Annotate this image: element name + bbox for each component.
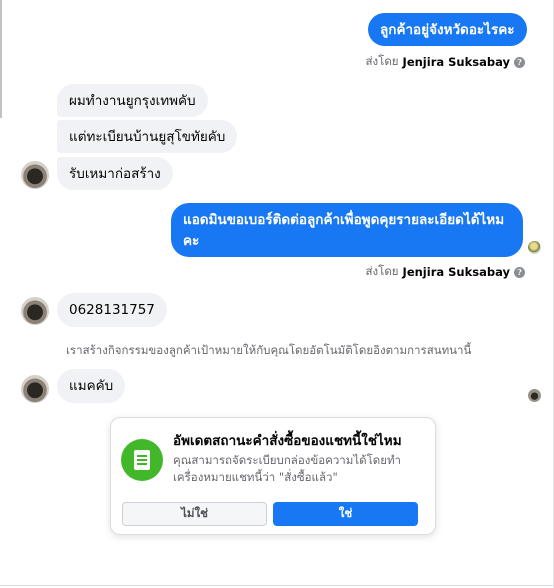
incoming-message[interactable]: ผมทำงานยูกรุงเทพคับ <box>57 84 208 117</box>
divider <box>0 585 554 586</box>
info-icon[interactable]: ? <box>514 56 525 68</box>
seen-avatar <box>528 241 541 254</box>
sent-by-prefix: ส่งโดย <box>365 54 399 68</box>
no-button[interactable]: ไม่ใช่ <box>122 502 267 526</box>
prompt-description: คุณสามารถจัดระเบียบกล่องข้อความได้โดยทำเ… <box>173 453 402 484</box>
message-text: รับเหมาก่อสร้าง <box>69 166 161 182</box>
incoming-message[interactable]: แมคคับ <box>57 369 126 403</box>
incoming-message[interactable]: 0628131757 <box>57 293 167 327</box>
seen-avatar <box>528 389 541 402</box>
contact-avatar[interactable] <box>21 375 49 403</box>
sent-by-label: ส่งโดย Jenjira Suksabay ? <box>366 263 525 281</box>
message-text-line: แอดมินขอเบอร์ติดต่อลูกค้าเพื่อพูดคุยรายล… <box>183 212 505 228</box>
incoming-message[interactable]: แต่ทะเบียนบ้านยูสุโขทัยคับ <box>57 120 238 153</box>
order-status-prompt: อัพเดตสถานะคำสั่งซื้อของแชทนี้ใช่ไหม คุณ… <box>110 417 436 535</box>
order-list-icon <box>121 439 163 481</box>
message-text: 0628131757 <box>69 302 155 318</box>
message-text: ผมทำงานยูกรุงเทพคับ <box>69 93 196 109</box>
sender-name: Jenjira Suksabay <box>402 55 510 69</box>
sent-by-label: ส่งโดย Jenjira Suksabay ? <box>366 53 525 71</box>
message-text: ลูกค้าอยู่จังหวัดอะไรคะ <box>380 22 515 38</box>
scrollbar[interactable] <box>0 0 2 118</box>
contact-avatar[interactable] <box>21 297 49 325</box>
sender-name: Jenjira Suksabay <box>402 265 510 279</box>
sent-by-prefix: ส่งโดย <box>365 264 399 278</box>
outgoing-message[interactable]: ลูกค้าอยู่จังหวัดอะไรคะ <box>368 13 527 46</box>
system-notice: เราสร้างกิจกรรมของลูกค้าเป้าหมายให้กับคุ… <box>66 343 472 357</box>
message-text-line: คะ <box>183 233 200 249</box>
info-icon[interactable]: ? <box>514 266 525 278</box>
contact-avatar[interactable] <box>21 161 49 189</box>
yes-button[interactable]: ใช่ <box>273 502 418 526</box>
incoming-message[interactable]: รับเหมาก่อสร้าง <box>57 157 173 190</box>
message-text: แมคคับ <box>69 378 114 394</box>
outgoing-message[interactable]: แอดมินขอเบอร์ติดต่อลูกค้าเพื่อพูดคุยรายล… <box>171 203 523 257</box>
prompt-title: อัพเดตสถานะคำสั่งซื้อของแชทนี้ใช่ไหม <box>173 433 402 449</box>
message-text: แต่ทะเบียนบ้านยูสุโขทัยคับ <box>69 129 226 145</box>
